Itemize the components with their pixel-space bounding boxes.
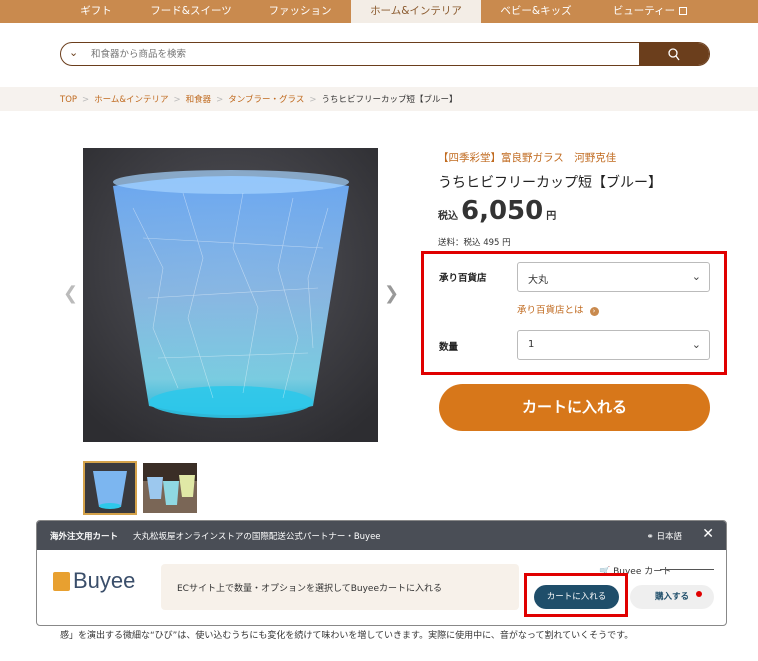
tab-gift[interactable]: ギフト [60,0,132,23]
tab-home-interior[interactable]: ホーム&インテリア [351,0,481,23]
product-description: 感」を演出する微細な“ひび”は、使い込むうちにも変化を続けて味わいを増していきま… [60,631,634,641]
price-unit: 円 [546,211,557,222]
breadcrumb-separator: > [309,95,317,105]
search-input[interactable] [89,46,629,62]
price-value: 6,050 [461,196,544,226]
image-next-arrow-icon[interactable]: ❯ [384,283,399,304]
shipping-fee: 送料：税込 495 円 [438,238,511,248]
buyee-message: ECサイト上で数量・オプションを選択してBuyeeカートに入れる [161,564,519,610]
glass-cup-photo [83,148,378,442]
language-selector[interactable]: ⚭ 日本語 [647,530,682,542]
buyee-subtitle: 大丸松坂屋オンラインストアの国際配送公式パートナー・Buyee [133,532,381,542]
thumbnail-1-photo [85,463,135,513]
breadcrumb-separator: > [173,95,181,105]
category-dropdown-icon[interactable]: ⌄ [69,46,78,59]
product-price: 税込 6,050 円 [438,196,556,226]
buyee-title: 海外注文用カート [50,532,119,542]
buyee-logo: Buyee [53,568,135,594]
quantity-label: 数量 [439,342,459,353]
close-icon[interactable]: ✕ [702,526,714,542]
breadcrumb-japanese-tableware[interactable]: 和食器 [186,95,212,105]
product-title: うちヒビフリーカップ短【ブルー】 [438,175,662,191]
breadcrumb-tumbler-glass[interactable]: タンブラー・グラス [228,95,304,105]
breadcrumb-separator: > [82,95,90,105]
store-info-link[interactable]: 承り百貨店とは › [517,302,599,316]
breadcrumb-separator: > [216,95,224,105]
product-brand[interactable]: 【四季彩堂】富良野ガラス 河野克佳 [438,150,616,165]
globe-icon: ⚭ [646,532,654,542]
tab-beauty-label: ビューティー [612,5,676,17]
tab-baby-kids[interactable]: ベビー&キッズ [481,0,591,23]
chevron-down-icon: ⌄ [691,338,701,351]
thumbnail-2-photo [143,463,197,513]
tab-food-sweets[interactable]: フード&スイーツ [136,0,246,23]
info-arrow-icon: › [589,307,599,316]
search-bar: ⌄ [60,42,710,66]
thumbnail-1[interactable] [83,461,137,515]
buyee-buy-button[interactable]: 購入する [630,585,714,609]
search-icon [668,48,680,61]
store-select-value: 大丸 [528,275,548,286]
breadcrumb-top[interactable]: TOP [60,95,77,105]
store-label: 承り百貨店 [439,273,487,284]
image-prev-arrow-icon[interactable]: ❮ [63,283,78,304]
breadcrumb-home-interior[interactable]: ホーム&インテリア [94,95,168,105]
store-info-link-label: 承り百貨店とは [517,305,584,316]
buyee-buy-button-label: 購入する [654,592,689,602]
search-button[interactable] [639,43,709,65]
buyee-logo-text: Buyee [73,568,136,593]
product-image [83,148,378,442]
notification-dot [696,591,702,597]
buyee-bag-icon [53,572,70,591]
breadcrumb-bar: TOP > ホーム&インテリア > 和食器 > タンブラー・グラス > うちヒビフリーカップ短【… [0,87,758,111]
store-select[interactable]: 大丸 ⌄ [517,262,710,292]
highlight-box-buyee-cart [524,573,628,617]
breadcrumb-current: うちヒビフリーカップ短【ブルー】 [321,95,458,105]
quantity-select[interactable]: 1 ⌄ [517,330,710,360]
add-to-cart-button[interactable]: カートに入れる [439,384,710,431]
buyee-header: 海外注文用カート 大丸松坂屋オンラインストアの国際配送公式パートナー・Buyee… [37,521,726,550]
language-label: 日本語 [656,532,682,542]
top-navigation: ギフト フード&スイーツ ファッション ホーム&インテリア ベビー&キッズ ビュ… [0,0,758,23]
breadcrumb: TOP > ホーム&インテリア > 和食器 > タンブラー・グラス > うちヒビフリーカップ短【… [60,93,458,105]
chevron-down-icon: ⌄ [691,270,701,283]
divider [660,569,714,570]
price-prefix: 税込 [438,211,458,222]
external-link-icon [679,7,688,15]
quantity-select-value: 1 [528,339,535,350]
tab-beauty[interactable]: ビューティー [595,0,705,23]
thumbnail-2[interactable] [143,463,197,513]
tab-fashion[interactable]: ファッション [250,0,350,23]
